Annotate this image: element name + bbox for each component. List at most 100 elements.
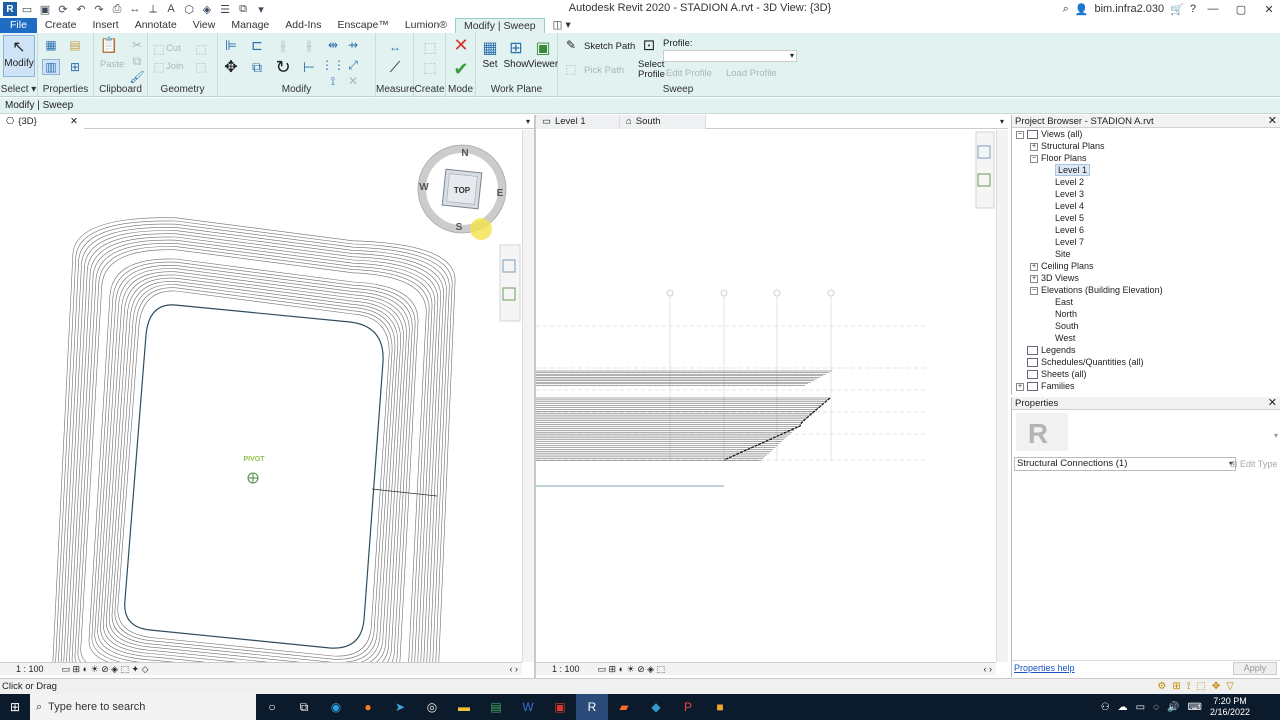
viewcube[interactable]: TOP N S E W [417, 144, 507, 234]
tree-item[interactable]: Level 2 [1016, 176, 1280, 188]
compass-west[interactable]: W [419, 182, 429, 193]
profile-dropdown[interactable]: ▾ [663, 50, 797, 62]
create-similar-icon[interactable]: ⬚ [421, 39, 439, 55]
ribbon-toggle-icon[interactable]: ◫ ▾ [545, 18, 579, 33]
tab-manage[interactable]: Manage [223, 18, 277, 33]
tree-item[interactable]: Schedules/Quantities (all) [1016, 356, 1280, 368]
match-properties-icon[interactable]: 🖌 [128, 69, 146, 85]
save-icon[interactable]: ▣ [37, 2, 53, 16]
windows-start-icon[interactable]: ⊞ [0, 694, 30, 720]
paste-icon[interactable]: 📋 [100, 37, 119, 54]
select-dropdown[interactable]: Select ▾ [0, 84, 37, 95]
tree-item[interactable]: + Families [1016, 380, 1280, 392]
tree-item[interactable]: +3D Views [1016, 272, 1280, 284]
finish-icon[interactable]: ✔ [452, 59, 470, 79]
tree-item[interactable]: West [1016, 332, 1280, 344]
sketch-path-button[interactable]: Sketch Path [584, 41, 635, 52]
taskbar-search-box[interactable]: ⌕ Type here to search [30, 694, 256, 720]
create-group-icon[interactable]: ⬚ [421, 59, 439, 75]
navigation-bar-right[interactable] [975, 131, 995, 209]
open-icon[interactable]: ▭ [19, 2, 35, 16]
mirror-draw-icon[interactable]: ⫳ [300, 37, 318, 53]
tab-create[interactable]: Create [37, 18, 85, 33]
compass-east[interactable]: E [497, 188, 504, 199]
view-controls-icons[interactable]: ▭ ⊞ ◐ ☀ ⊘ ◈ ⬚ ✦ ◇ [62, 664, 149, 675]
tab-enscape[interactable]: Enscape™ [329, 18, 396, 33]
tab-annotate[interactable]: Annotate [127, 18, 185, 33]
excel-icon[interactable]: ▤ [480, 694, 512, 720]
display-icon[interactable]: ▭ [1136, 702, 1145, 713]
tag-icon[interactable]: A [163, 2, 179, 16]
viewer-button[interactable]: ▣ Viewer [528, 37, 558, 70]
tree-item[interactable]: Level 4 [1016, 200, 1280, 212]
type-properties-icon[interactable]: ▦ [42, 37, 60, 53]
tree-item[interactable]: East [1016, 296, 1280, 308]
tree-item[interactable]: − Views (all) [1016, 128, 1280, 140]
tree-item[interactable]: + Structural Plans [1016, 140, 1280, 152]
help-icon[interactable]: ? [1190, 3, 1196, 15]
presentation-icon[interactable]: ▰ [608, 694, 640, 720]
powerpoint-icon[interactable]: P [672, 694, 704, 720]
left-view-scale[interactable]: 1 : 100 [16, 664, 44, 674]
revit-logo-icon[interactable]: R [3, 2, 17, 16]
tree-item[interactable]: Level 3 [1016, 188, 1280, 200]
user-name[interactable]: bim.infra2.030 [1094, 3, 1164, 15]
expand-icon[interactable]: + [1016, 382, 1024, 391]
cloud-icon[interactable]: ☁ [1118, 702, 1128, 713]
compass-south[interactable]: S [456, 222, 463, 233]
collapse-icon[interactable]: − [1030, 286, 1038, 295]
horizontal-scroll-arrow-right[interactable]: ‹ › [984, 664, 997, 674]
tab-lumion[interactable]: Lumion® [397, 18, 455, 33]
telegram-icon[interactable]: ➤ [384, 694, 416, 720]
sync-icon[interactable]: ⟳ [55, 2, 71, 16]
tree-item[interactable]: Level 1 [1016, 164, 1280, 176]
word-icon[interactable]: W [512, 694, 544, 720]
tree-item[interactable]: Site [1016, 248, 1280, 260]
wall-joins-icon[interactable]: ⬚ [192, 41, 210, 57]
horizontal-scroll-arrow[interactable]: ‹ › [510, 664, 523, 674]
move-icon[interactable]: ✥ [222, 59, 240, 76]
copy-element-icon[interactable]: ⧉ [248, 59, 266, 75]
aligned-dimension-icon[interactable]: ⟋ [386, 59, 404, 76]
mirror-axis-icon[interactable]: ⫲ [274, 37, 292, 53]
array-icon[interactable]: ⋮⋮ [321, 57, 345, 73]
properties-help-link[interactable]: Properties help [1014, 663, 1075, 673]
tab-south[interactable]: ⌂ South [620, 114, 706, 129]
people-icon[interactable]: ⚇ [1101, 702, 1110, 713]
dimension-icon[interactable]: ⟂ [145, 2, 161, 16]
family-category-icon[interactable]: ⊞ [66, 59, 84, 75]
copy-icon[interactable]: ⧉ [128, 53, 146, 69]
left-view-scrollbar[interactable] [522, 130, 534, 662]
undo-icon[interactable]: ↶ [73, 2, 89, 16]
thin-lines-icon[interactable]: ☰ [217, 2, 233, 16]
pick-path-icon[interactable]: ⬚ [562, 61, 580, 77]
tree-item[interactable]: North [1016, 308, 1280, 320]
tab-insert[interactable]: Insert [84, 18, 126, 33]
revit-taskbar-icon[interactable]: R [576, 694, 608, 720]
view-3d-canvas[interactable]: PIVOT TOP N S E W [0, 130, 522, 662]
cut-icon[interactable]: ✂ [128, 37, 146, 53]
cancel-icon[interactable]: ✕ [452, 35, 470, 55]
user-icon[interactable]: 👤 [1075, 3, 1089, 16]
offset-icon[interactable]: ⊏ [248, 37, 266, 53]
field-boundary[interactable] [124, 304, 384, 649]
navigation-bar[interactable] [499, 244, 521, 322]
print-icon[interactable]: ⎙ [109, 2, 125, 16]
switch-windows-icon[interactable]: ⧉ [235, 2, 251, 16]
tab-3d-view[interactable]: ⎔ {3D} ✕ [0, 114, 84, 129]
expand-icon[interactable]: + [1030, 274, 1038, 283]
set-button[interactable]: ▦ Set [478, 37, 502, 70]
tree-item[interactable]: Sheets (all) [1016, 368, 1280, 380]
show-button[interactable]: ⊞ Show [504, 37, 529, 70]
tab-dropdown-icon-right[interactable]: ▾ [1000, 117, 1004, 126]
rotate-icon[interactable]: ↻ [274, 57, 292, 77]
compass-north[interactable]: N [461, 148, 468, 159]
measure-distance-icon[interactable]: ↔ [386, 39, 404, 55]
paint-icon[interactable]: ⬚ [192, 59, 210, 75]
split-gap-icon[interactable]: ⇸ [344, 37, 362, 53]
select-profile-icon[interactable]: ⊡ [640, 37, 658, 54]
trim-extend-icon[interactable]: ⊢ [300, 59, 318, 75]
instance-selector[interactable]: Structural Connections (1) ▾ [1014, 457, 1236, 471]
load-profile-button[interactable]: Load Profile [726, 68, 777, 79]
tree-item[interactable]: Level 6 [1016, 224, 1280, 236]
